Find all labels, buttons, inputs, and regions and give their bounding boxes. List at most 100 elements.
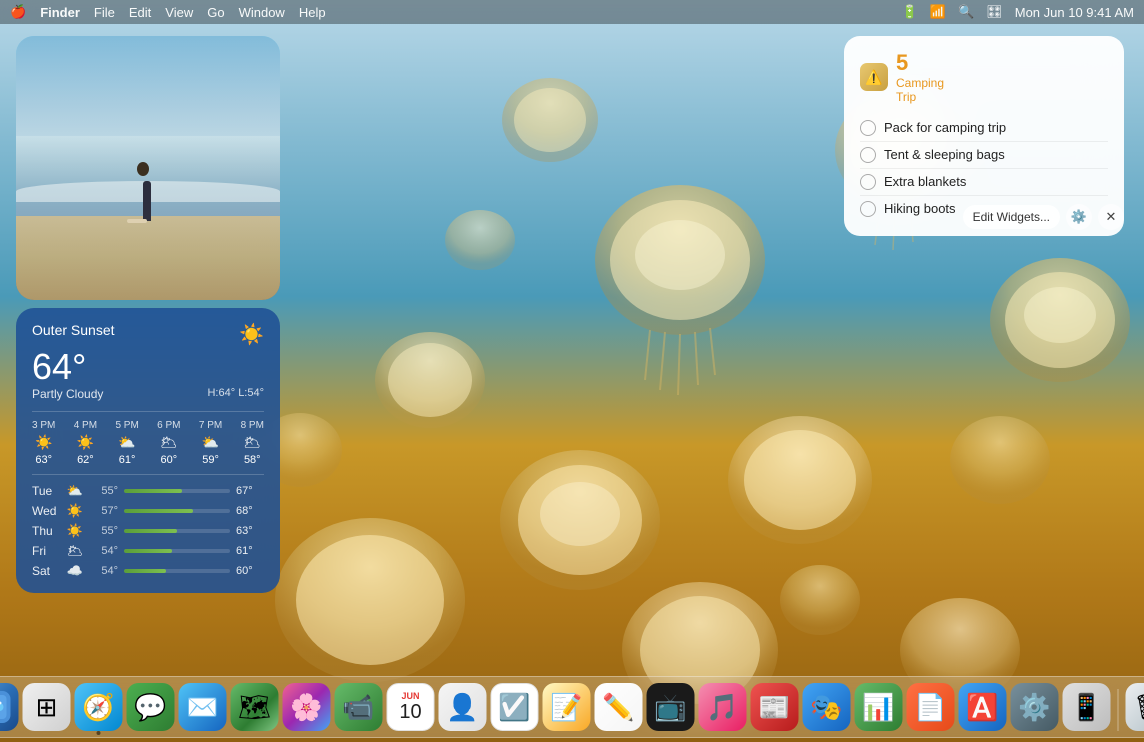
apple-menu[interactable]: 🍎 — [10, 4, 26, 20]
reminder-text: Hiking boots — [884, 201, 956, 216]
dock-music[interactable]: 🎵 — [699, 683, 747, 731]
weather-condition-icon: ☀️ — [239, 322, 264, 347]
dock-numbers[interactable]: 📊 — [855, 683, 903, 731]
dock-calendar-month: JUN — [401, 692, 419, 701]
widget-controls: Edit Widgets... ⚙️ ✕ — [963, 204, 1124, 230]
reminder-text: Extra blankets — [884, 174, 966, 189]
dock-safari[interactable]: 🧭 — [75, 683, 123, 731]
dock-icon: 📱 — [1070, 694, 1102, 720]
reminder-checkbox[interactable] — [860, 174, 876, 190]
weather-day-item: Tue ⛅ 55° 67° — [32, 483, 264, 499]
weather-widget: Outer Sunset ☀️ 64° Partly Cloudy H:64° … — [16, 308, 280, 593]
reminder-checkbox[interactable] — [860, 201, 876, 217]
weather-location: Outer Sunset — [32, 322, 115, 338]
menubar-finder[interactable]: Finder — [40, 5, 80, 20]
dock-icon: 🗑 — [1133, 694, 1144, 720]
widget-settings-button[interactable]: ⚙️ — [1066, 204, 1092, 230]
menubar-file[interactable]: File — [94, 5, 115, 20]
menubar-search-icon[interactable]: 🔍 — [958, 4, 974, 20]
dock-icon: 🎭 — [810, 694, 842, 720]
dock-keynote[interactable]: 🎭 — [803, 683, 851, 731]
dock-icon: 🧭 — [82, 694, 114, 720]
dock-messages[interactable]: 💬 — [127, 683, 175, 731]
weather-hourly-forecast: 3 PM ☀️ 63° 4 PM ☀️ 62° 5 PM ⛅ 61° 6 PM … — [32, 411, 264, 475]
reminder-text: Pack for camping trip — [884, 120, 1006, 135]
dock-facetime[interactable]: 📹 — [335, 683, 383, 731]
dock-separator — [1118, 689, 1119, 731]
dock-calendar[interactable]: JUN 10 — [387, 683, 435, 731]
widget-close-button[interactable]: ✕ — [1098, 204, 1124, 230]
dock-notes[interactable]: 📝 — [543, 683, 591, 731]
dock-icon: 📰 — [758, 694, 790, 720]
dock: ⊞ 🧭 💬 ✉️ 🗺 🌸 📹 JUN 10 👤 ☑️ 📝 ✏️ 📺 🎵 📰 🎭 📊 📄 🅰️ ⚙️ 📱 🗑 — [0, 676, 1144, 738]
menubar-control-center-icon[interactable]: 🎛 — [986, 4, 1003, 20]
reminder-item[interactable]: Pack for camping trip — [860, 115, 1108, 142]
reminder-item[interactable]: Extra blankets — [860, 169, 1108, 196]
dock-finder[interactable] — [0, 683, 19, 731]
dock-freeform[interactable]: ✏️ — [595, 683, 643, 731]
dock-trash[interactable]: 🗑 — [1126, 683, 1144, 731]
weather-day-item: Wed ☀️ 57° 68° — [32, 503, 264, 519]
dock-icon: 💬 — [134, 694, 166, 720]
weather-hour-item: 5 PM ⛅ 61° — [115, 420, 138, 466]
dock-app-store[interactable]: 🅰️ — [959, 683, 1007, 731]
weather-hour-item: 4 PM ☀️ 62° — [74, 420, 97, 466]
weather-hour-item: 6 PM 🌥 60° — [157, 420, 180, 466]
dock-icon: ☑️ — [498, 694, 530, 720]
dock-mail[interactable]: ✉️ — [179, 683, 227, 731]
dock-apple-tv[interactable]: 📺 — [647, 683, 695, 731]
reminders-count: 5 — [896, 50, 944, 76]
weather-temperature: 64° — [32, 349, 264, 385]
dock-icon: 📊 — [862, 694, 894, 720]
dock-icon: 📄 — [914, 694, 946, 720]
dock-icon: ⊞ — [36, 694, 58, 720]
menubar: 🍎 Finder File Edit View Go Window Help 🔋… — [0, 0, 1144, 24]
menubar-help[interactable]: Help — [299, 5, 326, 20]
menubar-view[interactable]: View — [165, 5, 193, 20]
dock-launchpad[interactable]: ⊞ — [23, 683, 71, 731]
menubar-window[interactable]: Window — [239, 5, 285, 20]
menubar-edit[interactable]: Edit — [129, 5, 151, 20]
dock-contacts[interactable]: 👤 — [439, 683, 487, 731]
weather-hi-lo: H:64° L:54° — [207, 387, 264, 399]
photo-widget — [16, 36, 280, 300]
dock-icon: 🅰️ — [966, 694, 998, 720]
weather-hour-item: 7 PM ⛅ 59° — [199, 420, 222, 466]
dock-calendar-day: 10 — [399, 701, 421, 723]
dock-icon: 📝 — [550, 694, 582, 720]
weather-daily-forecast: Tue ⛅ 55° 67° Wed ☀️ 57° 68° Thu ☀️ 55° … — [32, 483, 264, 579]
weather-day-item: Fri 🌥 54° 61° — [32, 543, 264, 559]
dock-iphone-mirroring[interactable]: 📱 — [1063, 683, 1111, 731]
dock-pages[interactable]: 📄 — [907, 683, 955, 731]
dock-icon: 🎵 — [706, 694, 738, 720]
dock-icon: 🗺 — [238, 694, 271, 720]
dock-icon: 👤 — [446, 694, 478, 720]
dock-icon: ⚙️ — [1018, 694, 1050, 720]
dock-news[interactable]: 📰 — [751, 683, 799, 731]
dock-icon: 🌸 — [290, 694, 322, 720]
dock-icon: ✉️ — [186, 694, 218, 720]
weather-hour-item: 3 PM ☀️ 63° — [32, 420, 55, 466]
menubar-battery-icon[interactable]: 🔋 — [902, 4, 918, 20]
dock-icon: ✏️ — [602, 694, 634, 720]
dock-photos[interactable]: 🌸 — [283, 683, 331, 731]
reminder-text: Tent & sleeping bags — [884, 147, 1005, 162]
dock-system-preferences[interactable]: ⚙️ — [1011, 683, 1059, 731]
menubar-datetime: Mon Jun 10 9:41 AM — [1015, 5, 1134, 20]
menubar-wifi-icon[interactable]: 📶 — [930, 4, 946, 20]
dock-icon: 📹 — [342, 694, 374, 720]
weather-day-item: Thu ☀️ 55° 63° — [32, 523, 264, 539]
edit-widgets-button[interactable]: Edit Widgets... — [963, 205, 1060, 229]
dock-reminders[interactable]: ☑️ — [491, 683, 539, 731]
weather-day-item: Sat ☁️ 54° 60° — [32, 563, 264, 579]
weather-condition-text: Partly Cloudy — [32, 387, 103, 401]
menubar-go[interactable]: Go — [207, 5, 224, 20]
reminder-checkbox[interactable] — [860, 147, 876, 163]
reminder-item[interactable]: Tent & sleeping bags — [860, 142, 1108, 169]
reminders-list-name: CampingTrip — [896, 76, 944, 105]
reminder-checkbox[interactable] — [860, 120, 876, 136]
dock-maps[interactable]: 🗺 — [231, 683, 279, 731]
reminders-app-icon: ⚠️ — [860, 63, 888, 91]
dock-icon: 📺 — [654, 694, 686, 720]
weather-hour-item: 8 PM 🌥 58° — [241, 420, 264, 466]
